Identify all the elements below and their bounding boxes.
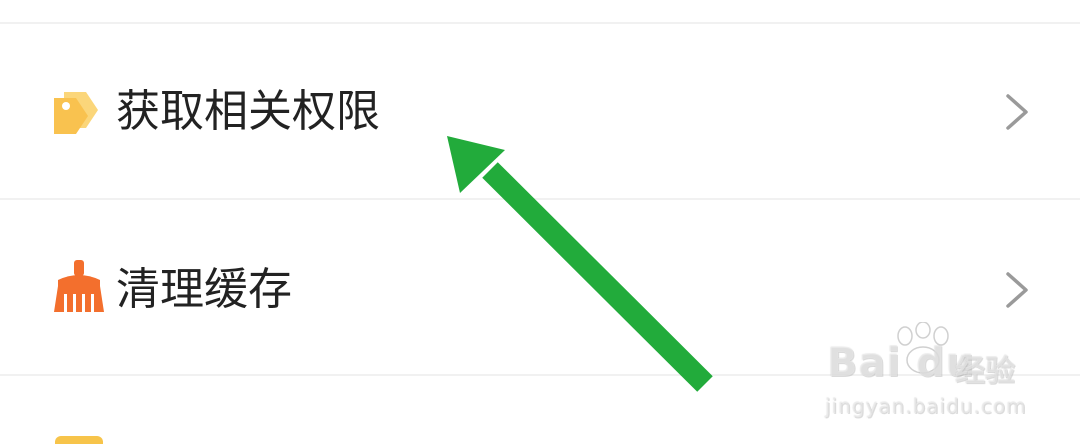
watermark-brand: Bai du xyxy=(827,340,976,386)
annotation-arrow-shaft xyxy=(482,162,713,392)
watermark-url: jingyan.baidu.com xyxy=(825,394,1027,418)
baidu-jingyan-watermark: Bai du 经验 jingyan.baidu.com xyxy=(825,322,1027,422)
watermark-brand-cn: 经验 xyxy=(955,354,1015,389)
